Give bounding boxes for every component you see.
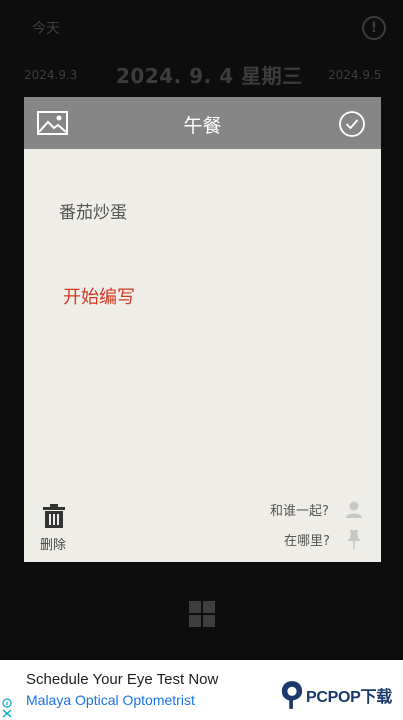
delete-button[interactable]: 删除 (38, 504, 74, 554)
logo-mark-icon (281, 681, 303, 709)
delete-label: 删除 (40, 538, 67, 553)
check-icon[interactable] (338, 110, 366, 138)
grid-icon[interactable] (189, 601, 215, 627)
trash-icon (43, 504, 65, 528)
next-date[interactable]: 2024.9.5 (328, 68, 381, 82)
with-who-field[interactable]: 和谁一起? (270, 500, 329, 519)
logo-text: PCPOP下载 (306, 689, 392, 706)
pcpop-logo: PCPOP下载 (280, 677, 400, 717)
ad-choices-icon[interactable] (2, 698, 12, 718)
person-icon (346, 501, 362, 518)
today-button[interactable]: 今天 (32, 18, 60, 38)
current-date: 2024. 9. 4 星期三 (116, 64, 303, 88)
where-field[interactable]: 在哪里? (284, 530, 330, 549)
ad-banner[interactable]: Schedule Your Eye Test Now Malaya Optica… (0, 660, 403, 720)
dialog-header: 午餐 (24, 97, 381, 149)
pin-icon (347, 530, 361, 549)
ad-title[interactable]: Schedule Your Eye Test Now (26, 671, 218, 688)
previous-date[interactable]: 2024.9.3 (24, 68, 77, 82)
meal-dialog: 午餐 番茄炒蛋 开始编写 删除 和谁一起? 在哪里? (24, 97, 381, 562)
info-icon[interactable]: ! (362, 16, 386, 40)
top-bar: 今天 ! (0, 0, 403, 56)
start-writing-button[interactable]: 开始编写 (63, 283, 135, 309)
ad-subtitle[interactable]: Malaya Optical Optometrist (26, 692, 195, 708)
note-text[interactable]: 番茄炒蛋 (59, 198, 127, 223)
dialog-title: 午餐 (183, 115, 222, 137)
